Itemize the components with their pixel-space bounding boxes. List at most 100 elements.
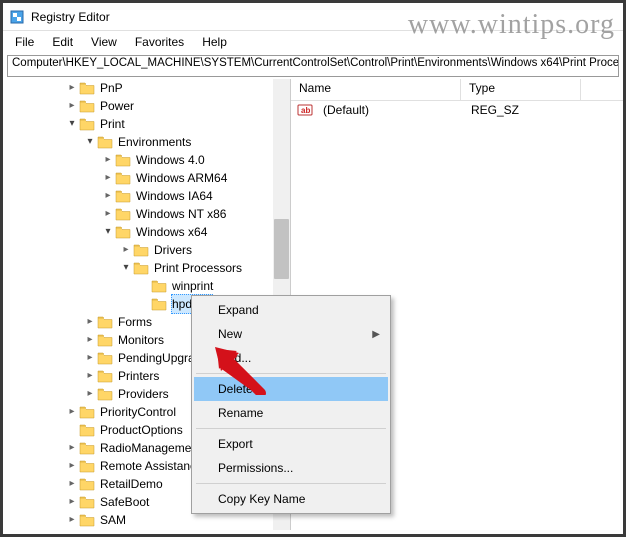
tree-item-power[interactable]: ▸ Power xyxy=(3,97,290,115)
tree-label: Print Processors xyxy=(153,259,243,277)
chevron-down-icon[interactable]: ▾ xyxy=(65,115,79,133)
chevron-right-icon[interactable]: ▸ xyxy=(83,385,97,403)
ctx-expand[interactable]: Expand xyxy=(194,298,388,322)
folder-icon xyxy=(79,99,95,113)
tree-item-print[interactable]: ▾Print xyxy=(3,115,290,133)
folder-icon xyxy=(79,441,95,455)
tree-label: Windows x64 xyxy=(135,223,208,241)
tree-item-winprint[interactable]: winprint xyxy=(3,277,290,295)
tree-label: RetailDemo xyxy=(99,475,164,493)
address-text: Computer\HKEY_LOCAL_MACHINE\SYSTEM\Curre… xyxy=(12,57,619,69)
tree-item-pnp[interactable]: ▸PnP xyxy=(3,79,290,97)
chevron-right-icon[interactable]: ▸ xyxy=(65,97,79,115)
ctx-rename[interactable]: Rename xyxy=(194,401,388,425)
list-header[interactable]: Name Type xyxy=(291,79,623,101)
chevron-right-icon[interactable]: ▸ xyxy=(65,511,79,529)
chevron-right-icon[interactable]: ▸ xyxy=(65,439,79,457)
tree-item-winnt86[interactable]: ▸ Windows NT x86 xyxy=(3,205,290,223)
folder-icon xyxy=(79,477,95,491)
col-type[interactable]: Type xyxy=(461,79,581,100)
folder-icon xyxy=(115,171,131,185)
col-name[interactable]: Name xyxy=(291,79,461,100)
tree-item-drivers[interactable]: ▸ Drivers xyxy=(3,241,290,259)
value-row[interactable]: (Default) REG_SZ xyxy=(291,101,623,119)
chevron-right-icon[interactable]: ▸ xyxy=(65,493,79,511)
chevron-right-icon[interactable]: ▸ xyxy=(101,187,115,205)
tree-item-scevents[interactable]: ▸ScEvents xyxy=(3,529,290,530)
tree-item-winia64[interactable]: ▸Windows IA64 xyxy=(3,187,290,205)
chevron-right-icon[interactable]: ▸ xyxy=(65,457,79,475)
folder-icon xyxy=(97,387,113,401)
address-bar[interactable]: Computer\HKEY_LOCAL_MACHINE\SYSTEM\Curre… xyxy=(7,55,619,77)
tree-item-environments[interactable]: ▾Environments xyxy=(3,133,290,151)
menu-file[interactable]: File xyxy=(7,33,42,51)
folder-icon xyxy=(97,369,113,383)
menu-edit[interactable]: Edit xyxy=(44,33,81,51)
app-icon xyxy=(9,9,25,25)
folder-icon xyxy=(151,279,167,293)
chevron-right-icon[interactable]: ▸ xyxy=(83,367,97,385)
scrollbar-thumb[interactable] xyxy=(274,219,289,279)
menu-favorites[interactable]: Favorites xyxy=(127,33,192,51)
tree-item-win40[interactable]: ▸Windows 4.0 xyxy=(3,151,290,169)
chevron-right-icon[interactable]: ▸ xyxy=(101,205,115,223)
tree-item-winx64[interactable]: ▾ Windows x64 xyxy=(3,223,290,241)
folder-icon xyxy=(133,261,149,275)
tree-label: Monitors xyxy=(117,331,165,349)
folder-icon xyxy=(79,513,95,527)
tree-label: Windows NT x86 xyxy=(135,205,227,223)
tree-item-printproc[interactable]: ▾ Print Processors xyxy=(3,259,290,277)
folder-icon xyxy=(97,135,113,149)
ctx-find[interactable]: Find... xyxy=(194,346,388,370)
tree-label: Windows ARM64 xyxy=(135,169,228,187)
chevron-right-icon[interactable]: ▸ xyxy=(83,313,97,331)
value-type: REG_SZ xyxy=(465,101,525,119)
title-bar: Registry Editor xyxy=(3,3,623,31)
tree-label: PendingUpgrad xyxy=(117,349,202,367)
ctx-permissions[interactable]: Permissions... xyxy=(194,456,388,480)
tree-label: SAM xyxy=(99,511,127,529)
chevron-right-icon[interactable]: ▸ xyxy=(101,169,115,187)
tree-label: Power xyxy=(99,97,135,115)
ctx-new[interactable]: New▶ xyxy=(194,322,388,346)
folder-icon xyxy=(79,459,95,473)
folder-icon xyxy=(133,243,149,257)
menu-view[interactable]: View xyxy=(83,33,125,51)
tree-label: winprint xyxy=(171,277,214,295)
tree-label: PriorityControl xyxy=(99,403,177,421)
menu-bar[interactable]: File Edit View Favorites Help xyxy=(3,31,623,53)
folder-icon xyxy=(79,495,95,509)
chevron-right-icon[interactable]: ▸ xyxy=(119,241,133,259)
chevron-down-icon[interactable]: ▾ xyxy=(101,223,115,241)
chevron-right-icon[interactable]: ▸ xyxy=(83,349,97,367)
folder-icon xyxy=(151,297,167,311)
separator xyxy=(196,428,386,429)
tree-item-winarm64[interactable]: ▸ Windows ARM64 xyxy=(3,169,290,187)
tree-label: RadioManagement xyxy=(99,439,202,457)
tree-label: Remote Assistance xyxy=(99,457,204,475)
chevron-right-icon[interactable]: ▸ xyxy=(65,79,79,97)
chevron-right-icon[interactable]: ▸ xyxy=(65,475,79,493)
folder-icon xyxy=(97,315,113,329)
folder-icon xyxy=(115,225,131,239)
folder-icon xyxy=(79,405,95,419)
chevron-right-icon[interactable]: ▸ xyxy=(65,529,79,530)
separator xyxy=(196,373,386,374)
ctx-copykey[interactable]: Copy Key Name xyxy=(194,487,388,511)
context-menu[interactable]: Expand New▶ Find... Delete Rename Export… xyxy=(191,295,391,514)
chevron-down-icon[interactable]: ▾ xyxy=(83,133,97,151)
folder-icon xyxy=(97,333,113,347)
tree-label: Drivers xyxy=(153,241,193,259)
chevron-right-icon[interactable]: ▸ xyxy=(101,151,115,169)
ctx-export[interactable]: Export xyxy=(194,432,388,456)
string-value-icon xyxy=(297,102,313,118)
ctx-delete[interactable]: Delete xyxy=(194,377,388,401)
chevron-right-icon[interactable]: ▸ xyxy=(83,331,97,349)
chevron-down-icon[interactable]: ▾ xyxy=(119,259,133,277)
menu-help[interactable]: Help xyxy=(194,33,235,51)
submenu-arrow-icon: ▶ xyxy=(372,329,380,340)
chevron-right-icon[interactable]: ▸ xyxy=(65,403,79,421)
separator xyxy=(196,483,386,484)
folder-icon xyxy=(115,153,131,167)
folder-icon xyxy=(115,189,131,203)
